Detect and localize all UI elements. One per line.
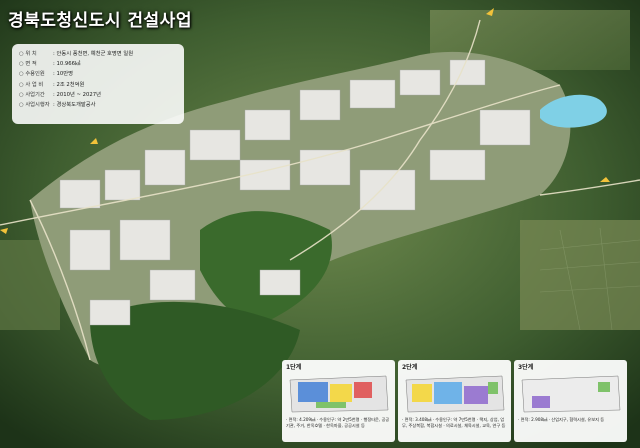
info-developer: 사업시행자: 경상북도개발공사 — [19, 100, 177, 110]
project-info-box: 위 치: 안동시 풍천면, 예천군 호명면 일원 면 적: 10.966㎢ 수용… — [12, 44, 184, 124]
info-period: 사업기간: 2010년 ~ 2027년 — [19, 90, 177, 100]
info-value: : 10.966㎢ — [53, 61, 81, 68]
info-value: : 10만명 — [53, 71, 73, 78]
info-value: : 2010년 ~ 2027년 — [53, 91, 101, 98]
info-value: : 경상북도개발공사 — [53, 102, 96, 109]
info-key: 사업시행자 — [19, 100, 53, 110]
phase-desc: · 면적: 3.408㎢ · 수용인구: 약 7만5천명 · 택지, 상업, 업… — [402, 417, 506, 428]
phase-1-panel: 1단계 · 면적: 4.209㎢ · 수용인구: 약 2만5천명 · 행정타운,… — [282, 360, 395, 442]
info-budget: 사 업 비: 2조 2천억원 — [19, 80, 177, 90]
phase-label: 1단계 — [286, 364, 302, 371]
info-key: 사업기간 — [19, 90, 53, 100]
phase-3-map — [521, 375, 621, 413]
phase-2-panel: 2단계 · 면적: 3.408㎢ · 수용인구: 약 7만5천명 · 택지, 상… — [398, 360, 511, 442]
info-population: 수용인원: 10만명 — [19, 69, 177, 79]
phase-label: 2단계 — [402, 364, 418, 371]
info-key: 수용인원 — [19, 69, 53, 79]
info-area: 면 적: 10.966㎢ — [19, 59, 177, 69]
phase-label: 3단계 — [518, 364, 534, 371]
phase-desc: · 면적: 4.209㎢ · 수용인구: 약 2만5천명 · 행정타운, 공공기… — [286, 417, 390, 428]
page-title: 경북도청신도시 건설사업 — [8, 11, 192, 31]
info-key: 면 적 — [19, 59, 53, 69]
info-value: : 안동시 풍천면, 예천군 호명면 일원 — [53, 51, 134, 57]
info-key: 사 업 비 — [19, 80, 53, 90]
info-key: 위 치 — [19, 49, 53, 59]
phase-desc: · 면적: 2.908㎢ · 산업지구, 협력시설, 유보지 등 — [518, 417, 605, 422]
phase-3-panel: 3단계 · 면적: 2.908㎢ · 산업지구, 협력시설, 유보지 등 — [514, 360, 627, 442]
phase-2-map — [405, 375, 505, 413]
info-value: : 2조 2천억원 — [53, 81, 85, 88]
phase-1-map — [289, 375, 389, 413]
info-location: 위 치: 안동시 풍천면, 예천군 호명면 일원 — [19, 49, 177, 59]
